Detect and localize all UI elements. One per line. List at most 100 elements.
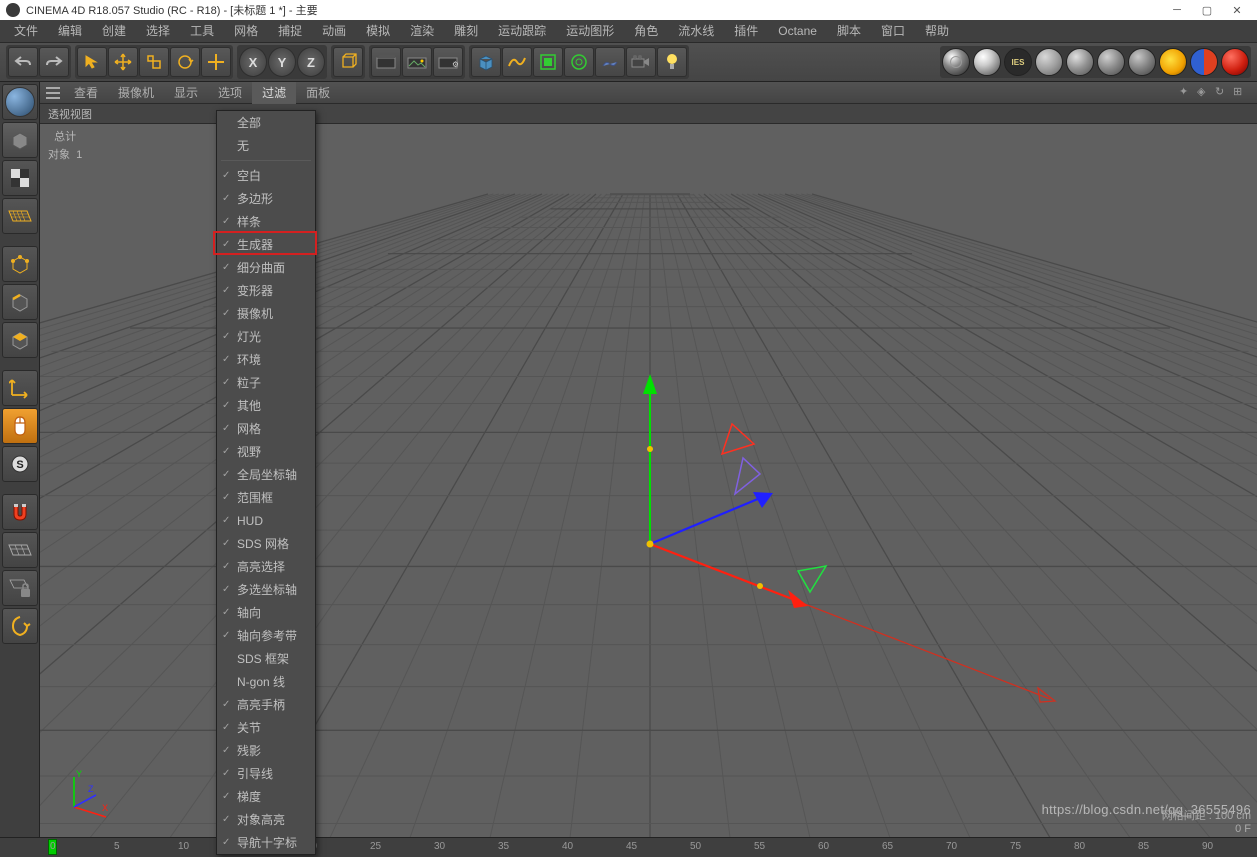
snap-tool[interactable]: S	[2, 446, 38, 482]
workplane-grid-tool[interactable]	[2, 532, 38, 568]
material-sphere-red[interactable]	[1221, 48, 1249, 76]
coord-system-button[interactable]	[333, 47, 363, 77]
material-sphere-4[interactable]	[1035, 48, 1063, 76]
close-button[interactable]: ✕	[1223, 2, 1251, 18]
menu-创建[interactable]: 创建	[92, 20, 136, 42]
vp-menu-选项[interactable]: 选项	[208, 82, 252, 104]
vp-nav-icon-3[interactable]: ↻	[1215, 85, 1231, 101]
menu-渲染[interactable]: 渲染	[400, 20, 444, 42]
filter-item-16[interactable]: ✓SDS 网格	[217, 532, 315, 555]
menu-插件[interactable]: 插件	[724, 20, 768, 42]
model-mode-tool[interactable]	[2, 122, 38, 158]
filter-item-14[interactable]: ✓范围框	[217, 486, 315, 509]
scale-tool[interactable]	[139, 47, 169, 77]
lock-tool[interactable]	[2, 570, 38, 606]
filter-item-2[interactable]: ✓样条	[217, 210, 315, 233]
view-globe-tool[interactable]	[2, 84, 38, 120]
filter-item-15[interactable]: ✓HUD	[217, 509, 315, 532]
filter-item-22[interactable]: N-gon 线	[217, 670, 315, 693]
render-view-button[interactable]	[371, 47, 401, 77]
filter-item-24[interactable]: ✓关节	[217, 716, 315, 739]
workplane-tool[interactable]	[2, 198, 38, 234]
undo-button[interactable]	[8, 47, 38, 77]
mouse-tool[interactable]	[2, 408, 38, 444]
deformer-button[interactable]	[564, 47, 594, 77]
filter-item-23[interactable]: ✓高亮手柄	[217, 693, 315, 716]
x-axis-lock[interactable]: X	[239, 47, 267, 77]
move-tool[interactable]	[108, 47, 138, 77]
filter-item-1[interactable]: ✓多边形	[217, 187, 315, 210]
magnet-tool[interactable]	[2, 494, 38, 530]
generator-button[interactable]	[533, 47, 563, 77]
spline-button[interactable]	[502, 47, 532, 77]
rotate-tool[interactable]	[170, 47, 200, 77]
dynamics-tool[interactable]	[2, 608, 38, 644]
filter-item-6[interactable]: ✓摄像机	[217, 302, 315, 325]
filter-item-11[interactable]: ✓网格	[217, 417, 315, 440]
polygon-mode-tool[interactable]	[2, 322, 38, 358]
filter-item-12[interactable]: ✓视野	[217, 440, 315, 463]
menu-脚本[interactable]: 脚本	[827, 20, 871, 42]
filter-item-13[interactable]: ✓全局坐标轴	[217, 463, 315, 486]
menu-Octane[interactable]: Octane	[768, 20, 827, 42]
axis-tool[interactable]	[2, 370, 38, 406]
viewport-menu-icon[interactable]	[44, 84, 62, 102]
filter-item-8[interactable]: ✓环境	[217, 348, 315, 371]
filter-item-25[interactable]: ✓残影	[217, 739, 315, 762]
filter-item-4[interactable]: ✓细分曲面	[217, 256, 315, 279]
filter-item-18[interactable]: ✓多选坐标轴	[217, 578, 315, 601]
material-sphere-6[interactable]	[1097, 48, 1125, 76]
menu-雕刻[interactable]: 雕刻	[444, 20, 488, 42]
vp-nav-icon-2[interactable]: ◈	[1197, 85, 1213, 101]
camera-button[interactable]	[626, 47, 656, 77]
filter-item-10[interactable]: ✓其他	[217, 394, 315, 417]
redo-button[interactable]	[39, 47, 69, 77]
filter-item-5[interactable]: ✓变形器	[217, 279, 315, 302]
vp-menu-摄像机[interactable]: 摄像机	[108, 82, 164, 104]
vp-menu-显示[interactable]: 显示	[164, 82, 208, 104]
filter-item-top0[interactable]: 全部	[217, 111, 315, 134]
freehand-tool[interactable]	[201, 47, 231, 77]
filter-item-9[interactable]: ✓粒子	[217, 371, 315, 394]
vp-nav-icon-4[interactable]: ⊞	[1233, 85, 1249, 101]
maximize-button[interactable]: ▢	[1193, 2, 1221, 18]
filter-item-27[interactable]: ✓梯度	[217, 785, 315, 808]
menu-编辑[interactable]: 编辑	[48, 20, 92, 42]
material-sphere-5[interactable]	[1066, 48, 1094, 76]
filter-item-0[interactable]: ✓空白	[217, 164, 315, 187]
vp-menu-面板[interactable]: 面板	[296, 82, 340, 104]
menu-捕捉[interactable]: 捕捉	[268, 20, 312, 42]
menu-模拟[interactable]: 模拟	[356, 20, 400, 42]
menu-文件[interactable]: 文件	[4, 20, 48, 42]
filter-item-21[interactable]: SDS 框架	[217, 647, 315, 670]
environment-button[interactable]	[595, 47, 625, 77]
material-sphere-2[interactable]	[973, 48, 1001, 76]
timeline-ruler[interactable]: 051015202530354045505560657075808590	[0, 837, 1257, 857]
vp-menu-过滤[interactable]: 过滤	[252, 82, 296, 104]
y-axis-lock[interactable]: Y	[268, 47, 296, 77]
minimize-button[interactable]: ─	[1163, 2, 1191, 18]
menu-流水线[interactable]: 流水线	[668, 20, 724, 42]
filter-item-3[interactable]: ✓生成器	[217, 233, 315, 256]
menu-工具[interactable]: 工具	[180, 20, 224, 42]
filter-item-26[interactable]: ✓引导线	[217, 762, 315, 785]
menu-运动图形[interactable]: 运动图形	[556, 20, 624, 42]
cube-primitive-button[interactable]	[471, 47, 501, 77]
filter-item-29[interactable]: ✓导航十字标	[217, 831, 315, 854]
material-sphere-target[interactable]	[942, 48, 970, 76]
render-picture-button[interactable]	[402, 47, 432, 77]
filter-item-top1[interactable]: 无	[217, 134, 315, 157]
light-button[interactable]	[657, 47, 687, 77]
render-settings-button[interactable]: ⚙	[433, 47, 463, 77]
edge-mode-tool[interactable]	[2, 284, 38, 320]
menu-帮助[interactable]: 帮助	[915, 20, 959, 42]
filter-item-17[interactable]: ✓高亮选择	[217, 555, 315, 578]
menu-窗口[interactable]: 窗口	[871, 20, 915, 42]
material-sphere-split[interactable]	[1190, 48, 1218, 76]
menu-选择[interactable]: 选择	[136, 20, 180, 42]
vp-menu-查看[interactable]: 查看	[64, 82, 108, 104]
point-mode-tool[interactable]	[2, 246, 38, 282]
menu-网格[interactable]: 网格	[224, 20, 268, 42]
filter-item-19[interactable]: ✓轴向	[217, 601, 315, 624]
material-sphere-sun[interactable]	[1159, 48, 1187, 76]
